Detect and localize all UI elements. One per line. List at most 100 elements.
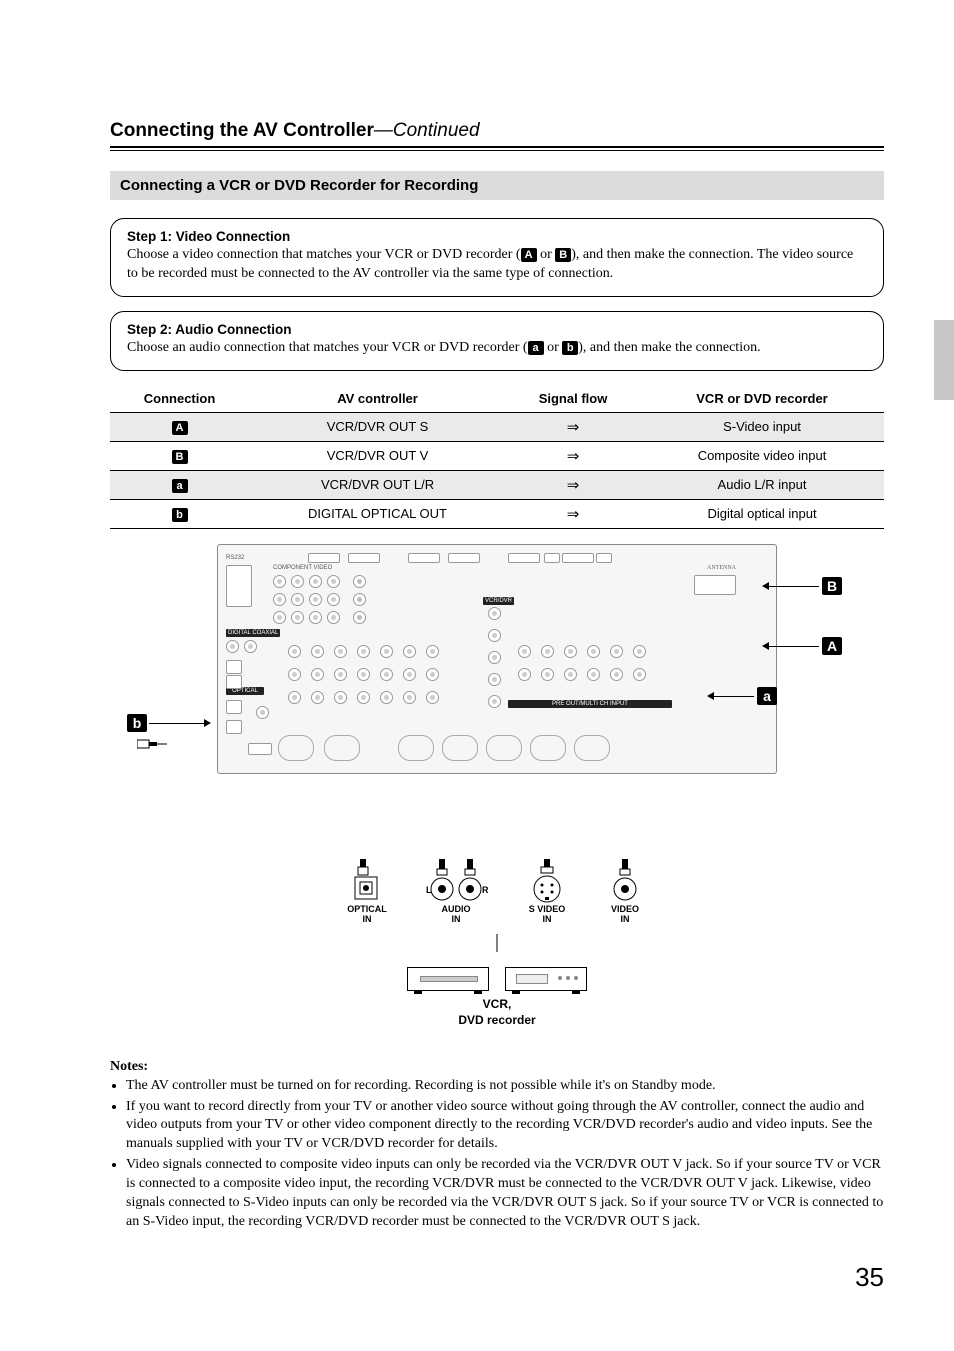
- callout-line-a: [714, 696, 754, 697]
- th-connection: Connection: [110, 385, 249, 413]
- row-controller: VCR/DVR OUT V: [249, 441, 506, 470]
- table-row: A VCR/DVR OUT S ⇒ S-Video input: [110, 412, 884, 441]
- optical-port: [226, 700, 242, 714]
- row-marker: A: [172, 421, 188, 435]
- label-digcoax: DIGITAL COAXIAL: [226, 629, 280, 637]
- connector-line: [110, 934, 884, 959]
- optical-plug-icon: [137, 734, 167, 754]
- label-preout: PRE OUT/MULTI CH INPUT: [508, 700, 672, 708]
- vcrdvr-jacks: [488, 607, 501, 712]
- step2-mid: or: [544, 340, 563, 355]
- step2-pre: Choose an audio connection that matches …: [127, 340, 528, 355]
- page-number: 35: [110, 1262, 884, 1293]
- port-icons-row: OPTICAL IN L R AUDIO IN: [110, 859, 884, 925]
- arrow-right-icon: [204, 719, 211, 727]
- label: VIDEO: [611, 904, 639, 914]
- caption-line1: VCR,: [483, 997, 512, 1011]
- row-arrow: ⇒: [506, 441, 640, 470]
- hdmi-slot: [596, 553, 612, 563]
- rs232-port: [226, 565, 252, 607]
- label: IN: [621, 914, 630, 924]
- balanced-jack: [324, 735, 360, 761]
- callout-line-b: [149, 723, 204, 724]
- table-row: B VCR/DVR OUT V ⇒ Composite video input: [110, 441, 884, 470]
- hdmi-slot: [544, 553, 560, 563]
- vcr-unit-icon: [407, 967, 489, 991]
- audio-lr-icon: L R: [421, 859, 491, 905]
- audio-jacks-left: [288, 645, 444, 709]
- step2-title: Step 2: Audio Connection: [127, 322, 867, 337]
- dvd-unit-icon: [505, 967, 587, 991]
- back-panel: RS232 COMPONENT VIDEO DIGITAL COAXIAL: [217, 544, 777, 774]
- vcr-boxes: [110, 967, 884, 991]
- row-marker: a: [172, 479, 188, 493]
- hdmi-slot: [562, 553, 594, 563]
- th-recorder: VCR or DVD recorder: [640, 385, 884, 413]
- hdmi-slot: [348, 553, 380, 563]
- page-title: Connecting the AV Controller—Continued: [110, 120, 884, 142]
- hdmi-slot: [448, 553, 480, 563]
- row-arrow: ⇒: [506, 499, 640, 528]
- callout-a: a: [757, 687, 777, 705]
- callout-A: A: [822, 637, 842, 655]
- aux-slot: [248, 743, 272, 755]
- optical-icon: [347, 859, 387, 905]
- hdmi-slot: [508, 553, 540, 563]
- hdmi-slot: [308, 553, 340, 563]
- audio-jacks-right: [518, 645, 651, 686]
- rear-panel-diagram: RS232 COMPONENT VIDEO DIGITAL COAXIAL: [157, 539, 837, 819]
- callout-line-B: [769, 586, 819, 587]
- step-box-1: Step 1: Video Connection Choose a video …: [110, 218, 884, 297]
- row-controller: VCR/DVR OUT L/R: [249, 470, 506, 499]
- port-audio: L R AUDIO IN: [421, 859, 491, 925]
- multi-row: [398, 735, 610, 761]
- title-continued: —Continued: [374, 120, 480, 141]
- callout-B: B: [822, 577, 842, 595]
- step-box-2: Step 2: Audio Connection Choose an audio…: [110, 311, 884, 371]
- marker-B: B: [555, 248, 571, 262]
- label: S VIDEO: [529, 904, 566, 914]
- notes-list: The AV controller must be turned on for …: [110, 1077, 884, 1232]
- label-rs232: RS232: [226, 555, 244, 561]
- row-arrow: ⇒: [506, 470, 640, 499]
- title-rule: [110, 146, 884, 151]
- row-rec: Digital optical input: [640, 499, 884, 528]
- label: IN: [543, 914, 552, 924]
- label: IN: [363, 914, 372, 924]
- step1-pre: Choose a video connection that matches y…: [127, 247, 521, 262]
- side-tab: [934, 320, 954, 400]
- antenna-block: [694, 575, 736, 595]
- arrow-left-icon: [707, 692, 714, 700]
- label: IN: [452, 914, 461, 924]
- step1-body: Choose a video connection that matches y…: [127, 246, 867, 284]
- vcr-caption: VCR, DVD recorder: [110, 997, 884, 1028]
- table-row: a VCR/DVR OUT L/R ⇒ Audio L/R input: [110, 470, 884, 499]
- connection-table: Connection AV controller Signal flow VCR…: [110, 385, 884, 529]
- notes-heading: Notes:: [110, 1059, 884, 1075]
- label-antenna: ANTENNA: [707, 565, 736, 571]
- row-rec: S-Video input: [640, 412, 884, 441]
- list-item: The AV controller must be turned on for …: [126, 1077, 884, 1096]
- table-row: b DIGITAL OPTICAL OUT ⇒ Digital optical …: [110, 499, 884, 528]
- step1-mid: or: [537, 247, 556, 262]
- hdmi-slot: [408, 553, 440, 563]
- arrow-left-icon: [762, 582, 769, 590]
- row-controller: DIGITAL OPTICAL OUT: [249, 499, 506, 528]
- th-controller: AV controller: [249, 385, 506, 413]
- marker-a: a: [528, 341, 544, 355]
- label: OPTICAL: [347, 904, 387, 914]
- th-flow: Signal flow: [506, 385, 640, 413]
- list-item: If you want to record directly from your…: [126, 1098, 884, 1155]
- port-optical: OPTICAL IN: [347, 859, 387, 925]
- row-rec: Audio L/R input: [640, 470, 884, 499]
- arrow-left-icon: [762, 642, 769, 650]
- optical-port: [226, 675, 242, 689]
- list-item: Video signals connected to composite vid…: [126, 1156, 884, 1232]
- video-icon: [603, 859, 647, 905]
- marker-b: b: [562, 341, 578, 355]
- row-rec: Composite video input: [640, 441, 884, 470]
- coax-jacks: [226, 640, 257, 653]
- step2-post: ), and then make the connection.: [578, 340, 760, 355]
- label: AUDIO: [442, 904, 471, 914]
- marker-A: A: [521, 248, 537, 262]
